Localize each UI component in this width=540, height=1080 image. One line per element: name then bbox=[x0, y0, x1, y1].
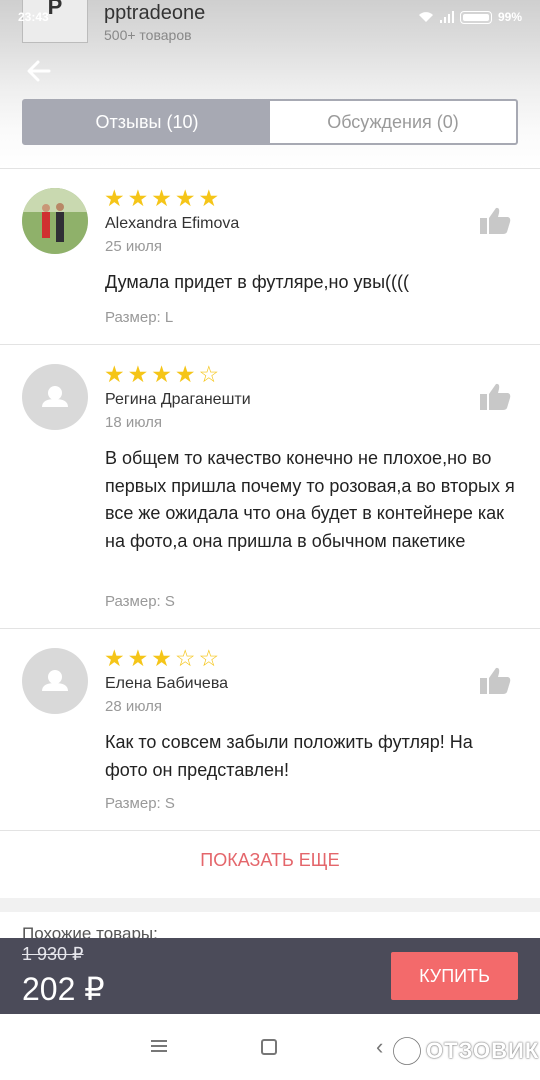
thumbs-up-icon[interactable] bbox=[478, 664, 512, 698]
divider bbox=[0, 344, 540, 345]
review-text: Думала придет в футляре,но увы(((( bbox=[105, 272, 409, 292]
review-date: 28 июля bbox=[105, 698, 163, 715]
battery-icon bbox=[459, 10, 492, 24]
watermark-text: ОТЗОВИК bbox=[426, 1038, 540, 1063]
star-filled-icon: ★ bbox=[104, 185, 125, 211]
reviewer-name: Alexandra Efimova bbox=[105, 215, 240, 232]
store-product-count: 500+ товаров bbox=[104, 27, 192, 43]
reviewer-name: Елена Бабичева bbox=[105, 675, 229, 692]
thumbs-up-icon[interactable] bbox=[478, 204, 512, 238]
status-time: 23:43 bbox=[18, 10, 49, 24]
rating-stars: ★ ★ ★ ★ ★ bbox=[104, 185, 220, 211]
rating-stars: ★ ★ ★ ★ ☆ bbox=[104, 361, 220, 387]
section-gap bbox=[0, 898, 540, 912]
review-text: Как то совсем забыли положить футляр! На… bbox=[105, 732, 473, 780]
status-bar: 23:43 99% bbox=[18, 8, 522, 26]
home-icon[interactable] bbox=[261, 1039, 277, 1055]
divider bbox=[0, 628, 540, 629]
star-filled-icon: ★ bbox=[104, 645, 125, 671]
signal-icon bbox=[439, 11, 454, 23]
review-size: Размер: L bbox=[105, 309, 174, 326]
watermark: ОТЗОВИК bbox=[392, 1036, 539, 1066]
back-arrow-icon[interactable] bbox=[24, 56, 54, 86]
nav-back-icon[interactable]: ‹ bbox=[376, 1034, 383, 1060]
review-text: В общем то качество конечно не плохое,но… bbox=[105, 448, 515, 551]
star-empty-icon: ☆ bbox=[198, 645, 220, 671]
current-price: 202 ₽ bbox=[22, 971, 105, 1007]
battery-percent: 99% bbox=[497, 10, 522, 24]
show-more-button[interactable]: ПОКАЗАТЬ ЕЩЕ bbox=[0, 850, 540, 871]
star-filled-icon: ★ bbox=[198, 185, 220, 211]
buy-button[interactable]: КУПИТЬ bbox=[391, 952, 518, 1000]
review-date: 25 июля bbox=[105, 238, 163, 255]
tab-reviews[interactable]: Отзывы (10) bbox=[24, 101, 270, 143]
wifi-icon bbox=[418, 12, 433, 22]
divider bbox=[0, 168, 540, 169]
watermark-logo-icon bbox=[393, 1037, 421, 1065]
avatar[interactable] bbox=[22, 188, 88, 254]
star-filled-icon: ★ bbox=[174, 361, 196, 387]
rating-stars: ★ ★ ★ ☆ ☆ bbox=[104, 645, 220, 671]
review-size: Размер: S bbox=[105, 593, 175, 610]
star-filled-icon: ★ bbox=[151, 185, 172, 211]
star-filled-icon: ★ bbox=[127, 645, 149, 671]
avatar[interactable] bbox=[22, 364, 88, 430]
divider bbox=[0, 830, 540, 831]
avatar[interactable] bbox=[22, 648, 88, 714]
star-empty-icon: ☆ bbox=[174, 645, 196, 671]
star-filled-icon: ★ bbox=[151, 645, 172, 671]
tab-discussions[interactable]: Обсуждения (0) bbox=[270, 101, 516, 143]
reviewer-name: Регина Драганешти bbox=[105, 391, 251, 408]
star-filled-icon: ★ bbox=[151, 361, 172, 387]
review-date: 18 июля bbox=[105, 414, 163, 431]
star-filled-icon: ★ bbox=[127, 185, 149, 211]
star-filled-icon: ★ bbox=[174, 185, 196, 211]
old-price: 1 930 ₽ bbox=[22, 944, 84, 964]
thumbs-up-icon[interactable] bbox=[478, 380, 512, 414]
star-empty-icon: ☆ bbox=[198, 361, 220, 387]
status-icons: 99% bbox=[418, 10, 522, 24]
star-filled-icon: ★ bbox=[104, 361, 125, 387]
review-tabs: Отзывы (10) Обсуждения (0) bbox=[22, 99, 518, 145]
star-filled-icon: ★ bbox=[127, 361, 149, 387]
menu-icon[interactable] bbox=[150, 1038, 168, 1054]
review-size: Размер: S bbox=[105, 795, 175, 812]
